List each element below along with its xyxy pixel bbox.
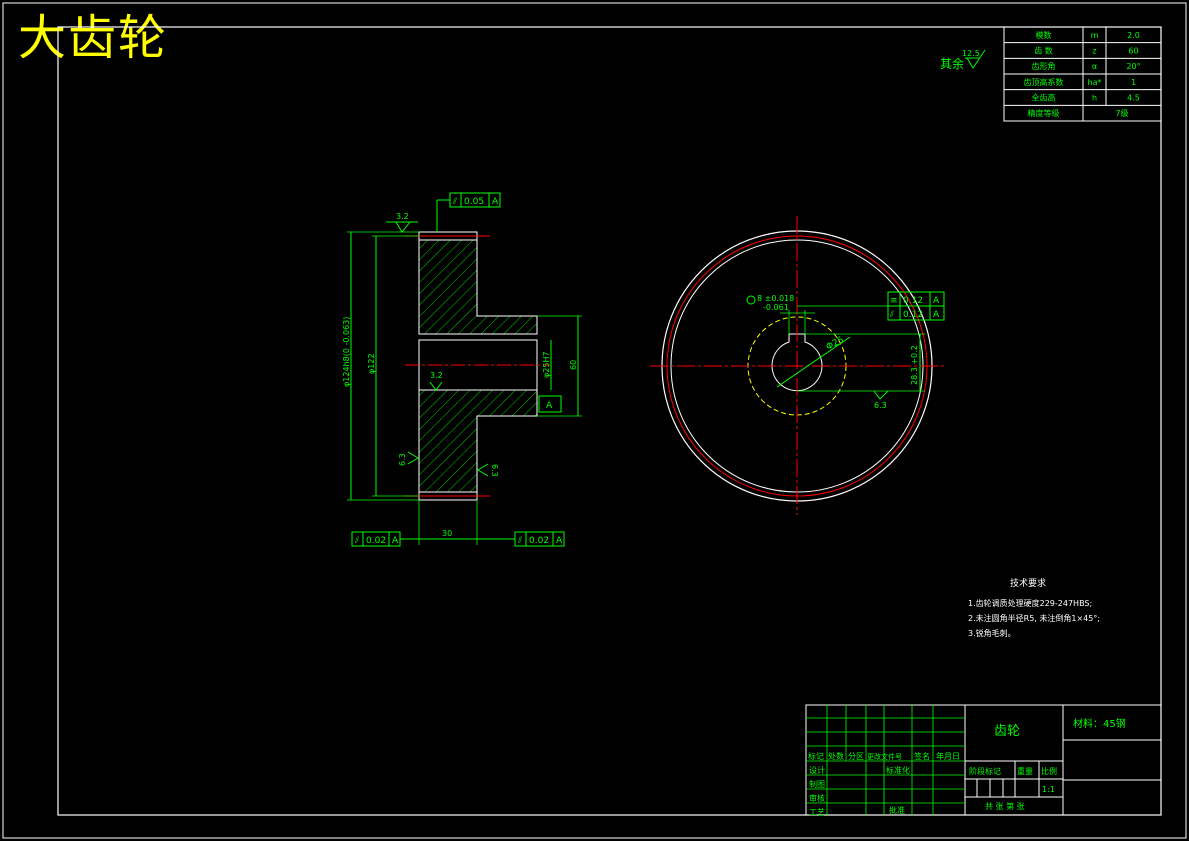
param-sym-0: m [1091,31,1099,40]
param-sym-4: h [1092,94,1097,103]
tol-right-val: 0.02 [529,536,549,546]
roughness-left: 6.3 [398,453,407,466]
front-view: 8 ±0.018 -0.061 Φ25 28.3 +0.2 ≡ 0.12 A ⫽… [650,216,945,515]
param-name-2: 齿形角 [1032,61,1056,71]
standardization: 标准化 [886,765,910,775]
hdr-count: 处数 [828,751,844,761]
param-name-1: 齿 数 [1034,46,1053,56]
rest-roughness-value: 12.5 [962,49,980,58]
param-sym-3: ha* [1088,78,1102,87]
roughness-right: 6.3 [490,464,499,477]
od-dimension: φ124h8(0 -0.063) [342,317,351,387]
tech-req-item-3: 3.锐角毛刺。 [968,628,1016,638]
hdr-sign: 签名 [914,751,930,761]
keyway-width-tol: -0.061 [763,303,789,312]
tech-req-item-2: 2.未注圆角半径R5, 未注倒角1×45°; [968,613,1100,623]
param-sym-2: α [1092,62,1097,71]
front-tol2-val: 0.12 [903,310,923,320]
bore-dimension: φ25H7 [542,351,551,378]
section-hatch-upper [418,239,538,335]
section-hatch-lower [418,389,538,493]
tol-top-datum: A [492,197,499,207]
tol-right-sym: ⫽ [517,536,522,546]
row-design: 设计 [809,765,825,775]
row-review: 审核 [809,793,825,803]
param-name-4: 全齿高 [1032,93,1056,103]
scale-value: 1:1 [1042,785,1055,794]
bore-diameter-dim: Φ25 [825,335,846,353]
rest-label: 其余 [940,56,964,71]
param-val-0: 2.0 [1127,31,1140,40]
param-name-0: 模数 [1036,30,1052,40]
hdr-date: 年月日 [936,751,960,761]
param-name-3: 齿顶高系数 [1024,77,1064,87]
datum-a: A [546,401,553,411]
param-val-5: 7级 [1115,108,1128,118]
hdr-zone: 分区 [848,752,864,761]
tol-top-sym: ⫽ [452,197,457,207]
sheet-count: 共 张 第 张 [985,801,1025,811]
row-draw: 制图 [809,779,825,789]
front-tol2-sym: ⫽ [889,310,894,320]
technical-requirements: 技术要求 1.齿轮调质处理硬度229-247HBS; 2.未注圆角半径R5, 未… [968,577,1100,638]
material: 材料：45钢 [1073,717,1126,730]
roughness-top: 3.2 [396,212,409,221]
rest-roughness: 其余 12.5 [940,49,986,71]
param-val-2: 20° [1126,62,1140,71]
hub-dimension: 60 [569,360,578,370]
tol-left-datum: A [392,536,399,546]
keyway-depth-dim: 28.3 +0.2 [910,345,919,385]
gear-parameter-table: 模数 m 2.0 齿 数 z 60 齿形角 α 20° 齿顶高系数 ha* 1 全齿高 h 4.5 精度等级 7… [1003,26,1162,122]
front-roughness: 6.3 [874,401,887,410]
keyway-width-dim: 8 ±0.018 [757,294,794,303]
roughness-bore: 3.2 [430,371,443,380]
engineering-drawing: 模数 m 2.0 齿 数 z 60 齿形角 α 20° 齿顶高系数 ha* 1 全齿高 h 4.5 精度等级 7… [2,2,1187,839]
param-val-3: 1 [1131,78,1136,87]
tol-left-val: 0.02 [366,536,386,546]
width-dimension: 30 [442,529,452,538]
front-tol1-datum: A [933,296,940,306]
tol-left-sym: ⫽ [354,536,359,546]
param-name-5: 精度等级 [1028,108,1060,118]
outer-border [2,2,1187,839]
param-val-4: 4.5 [1127,94,1140,103]
front-tol1-sym: ≡ [890,296,898,306]
tol-right-datum: A [556,536,563,546]
row-process: 工艺 [809,808,825,817]
section-view: φ124h8(0 -0.063) φ122 φ25H7 60 A 30 ⫽ 0.… [342,192,582,547]
part-name: 齿轮 [994,724,1020,739]
title-block: 齿轮 材料：45钢 标记 处数 分区 更改文件号 签名 年月日 设计 制图 审核… [805,704,1162,817]
approve: 批准 [889,805,905,815]
front-tol2-datum: A [933,310,940,320]
weight: 重量 [1017,766,1033,776]
stage-mark: 阶段标记 [969,766,1001,776]
tech-req-title: 技术要求 [1010,577,1046,589]
front-tol1-val: 0.12 [903,296,923,306]
scale-label: 比例 [1041,766,1057,776]
param-val-1: 60 [1128,47,1138,56]
tol-top-val: 0.05 [464,197,484,207]
inner-border [57,26,1162,816]
pitch-dimension: φ122 [367,353,376,374]
hdr-docno: 更改文件号 [867,752,902,761]
tech-req-item-1: 1.齿轮调质处理硬度229-247HBS; [968,598,1092,608]
param-sym-1: z [1092,47,1096,56]
hdr-mark: 标记 [808,751,824,761]
